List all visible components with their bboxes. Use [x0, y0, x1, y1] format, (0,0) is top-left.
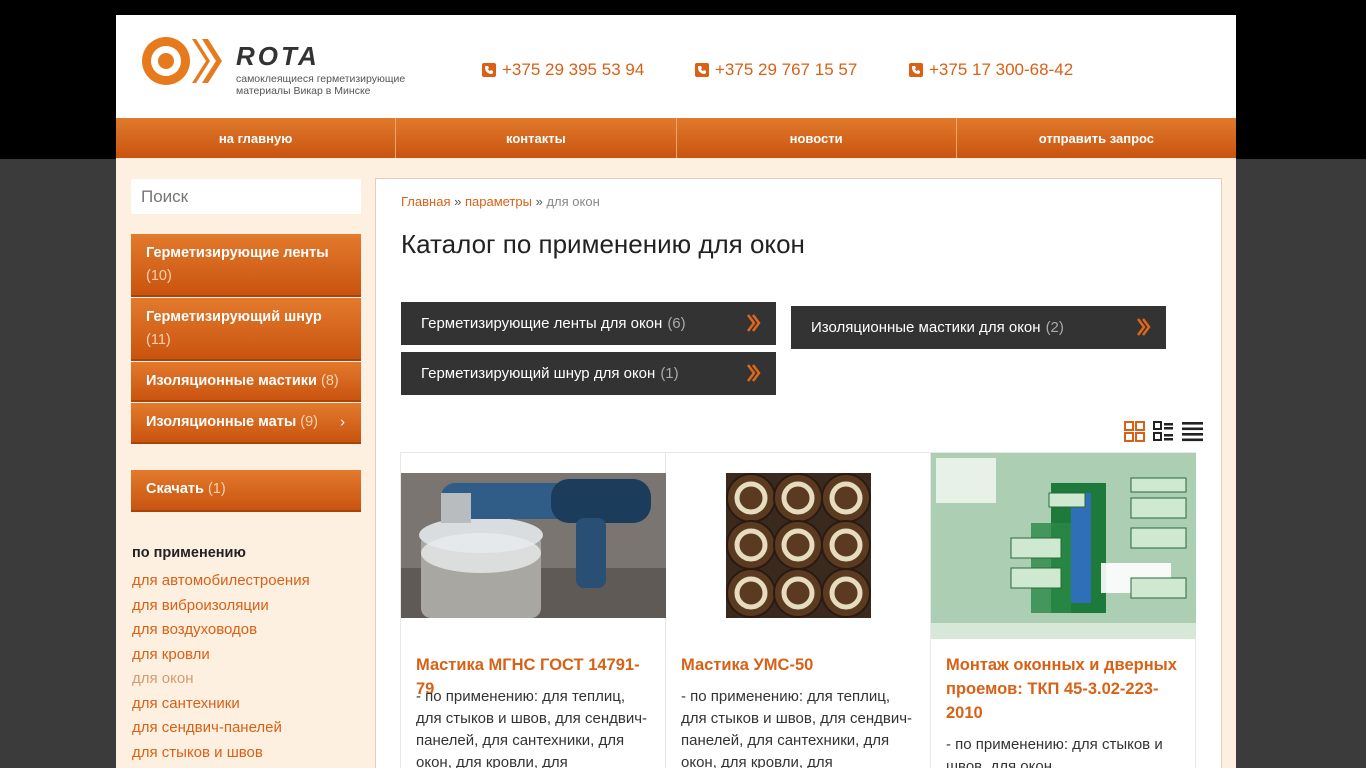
- product-card: Мастика МГНС ГОСТ 14791-79 - по применен…: [401, 452, 666, 768]
- breadcrumb-separator: »: [535, 194, 543, 209]
- filter-link[interactable]: для стыков и швов: [132, 741, 310, 766]
- double-arrow-icon: [747, 314, 761, 332]
- main-content: Главная » параметры » для окон Каталог п…: [375, 178, 1222, 768]
- product-name[interactable]: Мастика УМС-50: [681, 653, 920, 677]
- sidebar-item-label: Изоляционные маты: [146, 414, 297, 430]
- filter-link-active[interactable]: для окон: [132, 667, 310, 692]
- category-button-label: Герметизирующий шнур для окон: [421, 365, 656, 382]
- category-button-count: (1): [660, 365, 679, 382]
- product-image[interactable]: [401, 473, 666, 618]
- sidebar-item-insulating-mastics[interactable]: Изоляционные мастики (8): [131, 362, 361, 402]
- phone-icon: [695, 63, 709, 77]
- product-image[interactable]: [666, 473, 931, 618]
- filter-link[interactable]: для автомобилестроения: [132, 569, 310, 594]
- sidebar-item-sealing-cord[interactable]: Герметизирующий шнур (11): [131, 298, 361, 361]
- filter-link[interactable]: для виброизоляции: [132, 594, 310, 619]
- sidebar-item-sealing-tapes[interactable]: Герметизирующие ленты (10): [131, 234, 361, 297]
- sidebar-item-label: Скачать: [146, 481, 204, 497]
- double-arrow-icon: [747, 364, 761, 382]
- page-wrapper: ROTA самоклеящиеся герметизирующие матер…: [116, 15, 1236, 768]
- breadcrumb-home[interactable]: Главная: [401, 194, 450, 209]
- phone-icon: [482, 63, 496, 77]
- chevron-right-icon: ›: [340, 414, 345, 430]
- product-description: - по применению: для стыков и швов, для …: [946, 736, 1163, 768]
- phone-number: +375 17 300-68-42: [929, 60, 1074, 79]
- logo[interactable]: ROTA самоклеящиеся герметизирующие матер…: [140, 35, 430, 105]
- filter-link[interactable]: для сантехники: [132, 692, 310, 717]
- logo-tagline: самоклеящиеся герметизирующие материалы …: [236, 73, 406, 97]
- nav-home[interactable]: на главную: [116, 118, 397, 158]
- sidebar-item-insulating-mats[interactable]: Изоляционные маты (9) ›: [131, 403, 361, 444]
- view-switcher: [1124, 421, 1203, 442]
- phone-icon: [909, 63, 923, 77]
- sidebar-item-label: Изоляционные мастики: [146, 373, 317, 389]
- filter-list: для автомобилестроения для виброизоляции…: [132, 569, 310, 765]
- sidebar-download[interactable]: Скачать (1): [131, 470, 361, 512]
- phone-number: +375 29 767 15 57: [715, 60, 858, 79]
- product-description: - по применению: для теплиц, для стыков …: [416, 688, 648, 768]
- main-nav: на главную контакты новости отправить за…: [116, 118, 1236, 158]
- phone-3[interactable]: +375 17 300-68-42: [909, 60, 1073, 80]
- nav-news[interactable]: новости: [677, 118, 957, 158]
- product-card: Мастика УМС-50 - по применению: для тепл…: [666, 452, 931, 768]
- breadcrumb-separator: »: [454, 194, 462, 209]
- breadcrumb: Главная » параметры » для окон: [401, 194, 600, 209]
- double-arrow-icon: [1137, 318, 1151, 336]
- svg-text:ROTA: ROTA: [236, 41, 320, 71]
- sidebar-item-count: (8): [321, 373, 339, 389]
- header: ROTA самоклеящиеся герметизирующие матер…: [116, 15, 1236, 118]
- category-button-tapes[interactable]: Герметизирующие ленты для окон (6): [401, 302, 776, 345]
- page-title: Каталог по применению для окон: [401, 229, 805, 259]
- sidebar-item-count: (9): [300, 414, 318, 430]
- product-grid: Мастика МГНС ГОСТ 14791-79 - по применен…: [400, 452, 1197, 768]
- filter-link[interactable]: для сендвич-панелей: [132, 716, 310, 741]
- breadcrumb-params[interactable]: параметры: [465, 194, 532, 209]
- sidebar-item-count: (11): [146, 332, 171, 348]
- grid-view-icon[interactable]: [1124, 421, 1145, 442]
- nav-contacts[interactable]: контакты: [396, 118, 677, 158]
- filter-title: по применению: [132, 545, 246, 561]
- product-image[interactable]: [931, 453, 1196, 639]
- product-card: Монтаж оконных и дверных проемов: ТКП 45…: [931, 452, 1196, 768]
- sidebar-item-label: Герметизирующие ленты: [146, 245, 329, 261]
- search-input[interactable]: [141, 186, 362, 207]
- category-button-mastics[interactable]: Изоляционные мастики для окон (2): [791, 306, 1166, 349]
- category-button-count: (6): [667, 315, 686, 332]
- phone-number: +375 29 395 53 94: [502, 60, 645, 79]
- search-box: [131, 179, 362, 214]
- list-detail-view-icon[interactable]: [1153, 421, 1174, 442]
- product-description: - по применению: для теплиц, для стыков …: [681, 688, 913, 768]
- list-view-icon[interactable]: [1182, 421, 1203, 442]
- breadcrumb-current: для окон: [546, 194, 600, 209]
- category-button-label: Изоляционные мастики для окон: [811, 319, 1041, 336]
- product-name[interactable]: Монтаж оконных и дверных проемов: ТКП 45…: [946, 653, 1185, 725]
- phone-1[interactable]: +375 29 395 53 94: [482, 60, 644, 80]
- filter-link[interactable]: для воздуховодов: [132, 618, 310, 643]
- sidebar-item-label: Герметизирующий шнур: [146, 309, 322, 325]
- filter-link[interactable]: для кровли: [132, 643, 310, 668]
- category-button-cord[interactable]: Герметизирующий шнур для окон (1): [401, 352, 776, 395]
- category-button-count: (2): [1045, 319, 1064, 336]
- category-button-label: Герметизирующие ленты для окон: [421, 315, 663, 332]
- sidebar-item-count: (10): [146, 268, 172, 284]
- phone-2[interactable]: +375 29 767 15 57: [695, 60, 857, 80]
- nav-send-request[interactable]: отправить запрос: [957, 118, 1236, 158]
- sidebar-item-count: (1): [207, 481, 226, 497]
